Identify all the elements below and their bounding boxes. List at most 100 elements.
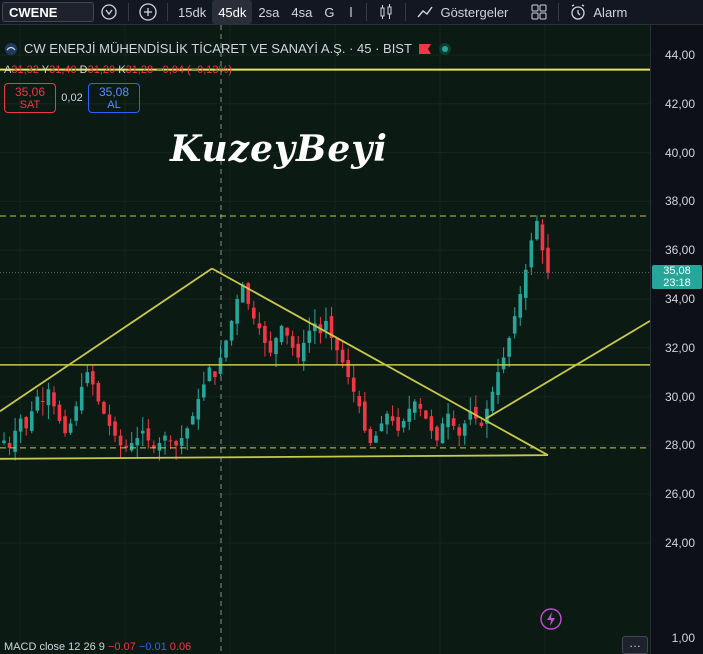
- candle-body: [412, 401, 417, 413]
- high-value: 31,40: [49, 64, 77, 76]
- chart-pane[interactable]: [0, 25, 650, 654]
- price-axis-tick: 28,00: [664, 438, 695, 453]
- candle-type-icon[interactable]: [371, 0, 401, 24]
- price-chart[interactable]: [0, 25, 650, 654]
- symbol-search[interactable]: CWENE: [2, 2, 94, 22]
- timeframe-45dk[interactable]: 45dk: [212, 0, 253, 24]
- candle-body: [523, 269, 528, 298]
- indicators-button[interactable]: Göstergeler: [410, 0, 514, 24]
- spread-value: 0,02: [61, 92, 83, 104]
- indicators-label: Göstergeler: [440, 4, 509, 20]
- candle-body: [96, 382, 101, 402]
- candle-body: [474, 406, 478, 419]
- candle-body: [529, 240, 534, 268]
- macd-label: MACD close 12 26 9: [4, 641, 105, 653]
- candle-body: [35, 396, 40, 411]
- add-symbol-icon[interactable]: [133, 0, 163, 24]
- candle-body: [2, 440, 6, 444]
- candle-body: [451, 418, 456, 426]
- candle-body: [351, 377, 356, 392]
- price-axis-tick: 44,00: [664, 48, 695, 62]
- candle-body: [179, 438, 184, 446]
- candle-body: [490, 391, 495, 411]
- candle-body: [129, 442, 134, 451]
- bar-countdown: 23:18: [663, 276, 691, 289]
- candle-body: [41, 400, 45, 402]
- candle-body: [440, 423, 445, 444]
- candle-body: [257, 323, 262, 329]
- chart-legend: CW ENERJİ MÜHENDİSLİK TİCARET VE SANAYİ …: [4, 41, 452, 56]
- price-axis-tick: 24,00: [664, 536, 695, 550]
- candle-body: [57, 404, 62, 421]
- candle-body: [274, 338, 278, 355]
- candle-body: [446, 413, 450, 428]
- candle-body: [507, 338, 511, 357]
- candle-body: [429, 416, 434, 431]
- layout-grid-icon[interactable]: [524, 0, 554, 24]
- candle-body: [424, 410, 428, 419]
- sell-label: SAT: [19, 99, 41, 111]
- candle-body: [357, 396, 362, 407]
- candle-body: [79, 386, 84, 411]
- change-value: −0,04 (−0,13%): [156, 64, 232, 76]
- candle-body: [207, 367, 212, 382]
- candle-body: [335, 338, 339, 351]
- timeframe-15dk[interactable]: 15dk: [172, 0, 212, 24]
- candle-body: [157, 442, 162, 451]
- trendline-ascending: [0, 267, 213, 412]
- flag-icon[interactable]: [418, 43, 432, 55]
- candle-body: [457, 427, 461, 436]
- candle-body: [385, 413, 389, 425]
- timeframe-4sa[interactable]: 4sa: [285, 0, 318, 24]
- alarm-button[interactable]: Alarm: [563, 0, 633, 24]
- price-axis[interactable]: 44,00 42,00 40,00 38,00 36,00 34,00 32,00 30,00…: [650, 25, 703, 654]
- price-axis-tick: 32,00: [664, 340, 695, 355]
- candle-body: [224, 340, 228, 358]
- candle-body: [107, 414, 112, 426]
- candle-body: [190, 416, 195, 425]
- chevron-down-icon[interactable]: [340, 0, 362, 24]
- open-value: 31,32: [11, 64, 39, 76]
- candle-body: [324, 320, 328, 331]
- ohlc-values: A31,32 Y31,40 D31,20 K31,28 −0,04 (−0,13…: [4, 64, 232, 76]
- market-status-icon[interactable]: [438, 42, 452, 56]
- compare-icon[interactable]: [94, 0, 124, 24]
- candle-body: [290, 336, 295, 348]
- candle-body: [301, 342, 306, 362]
- candle-body: [235, 299, 239, 324]
- price-axis-tick: 42,00: [664, 96, 695, 111]
- candle-body: [196, 399, 201, 420]
- candle-body: [118, 435, 123, 446]
- close-value: 31,28: [125, 64, 154, 76]
- symbol-label: CWENE: [9, 4, 58, 20]
- buy-button[interactable]: 35,08 AL: [88, 83, 140, 113]
- candle-body: [540, 224, 545, 251]
- sell-button[interactable]: 35,06 SAT: [4, 83, 56, 113]
- candle-body: [113, 421, 117, 436]
- candle-body: [268, 340, 273, 353]
- timeframe-2sa[interactable]: 2sa: [252, 0, 285, 24]
- candle-body: [279, 325, 284, 343]
- timeframe-g[interactable]: G: [318, 0, 340, 24]
- macd-value-2: −0.01: [138, 641, 167, 653]
- buy-price: 35,08: [98, 85, 130, 99]
- last-price-tag: 35,08 23:18: [652, 264, 702, 289]
- lightning-icon[interactable]: [540, 608, 562, 635]
- candle-body: [52, 392, 56, 407]
- candle-body: [368, 429, 373, 443]
- separator: [558, 3, 560, 21]
- candle-body: [390, 416, 395, 421]
- candle-body: [246, 283, 251, 304]
- candle-body: [135, 438, 140, 446]
- candle-body: [462, 423, 467, 436]
- candle-body: [479, 422, 484, 426]
- more-options-button[interactable]: …: [622, 636, 648, 654]
- separator: [405, 3, 407, 21]
- sell-price: 35,06: [14, 85, 46, 99]
- watermark-text: KuzeyBeyi: [170, 128, 388, 170]
- macd-legend: MACD close 12 26 9 −0.07 −0.01 0.06: [4, 641, 191, 653]
- candle-body: [396, 417, 400, 431]
- candle-body: [501, 357, 506, 370]
- candle-body: [29, 411, 34, 431]
- candle-body: [435, 426, 439, 441]
